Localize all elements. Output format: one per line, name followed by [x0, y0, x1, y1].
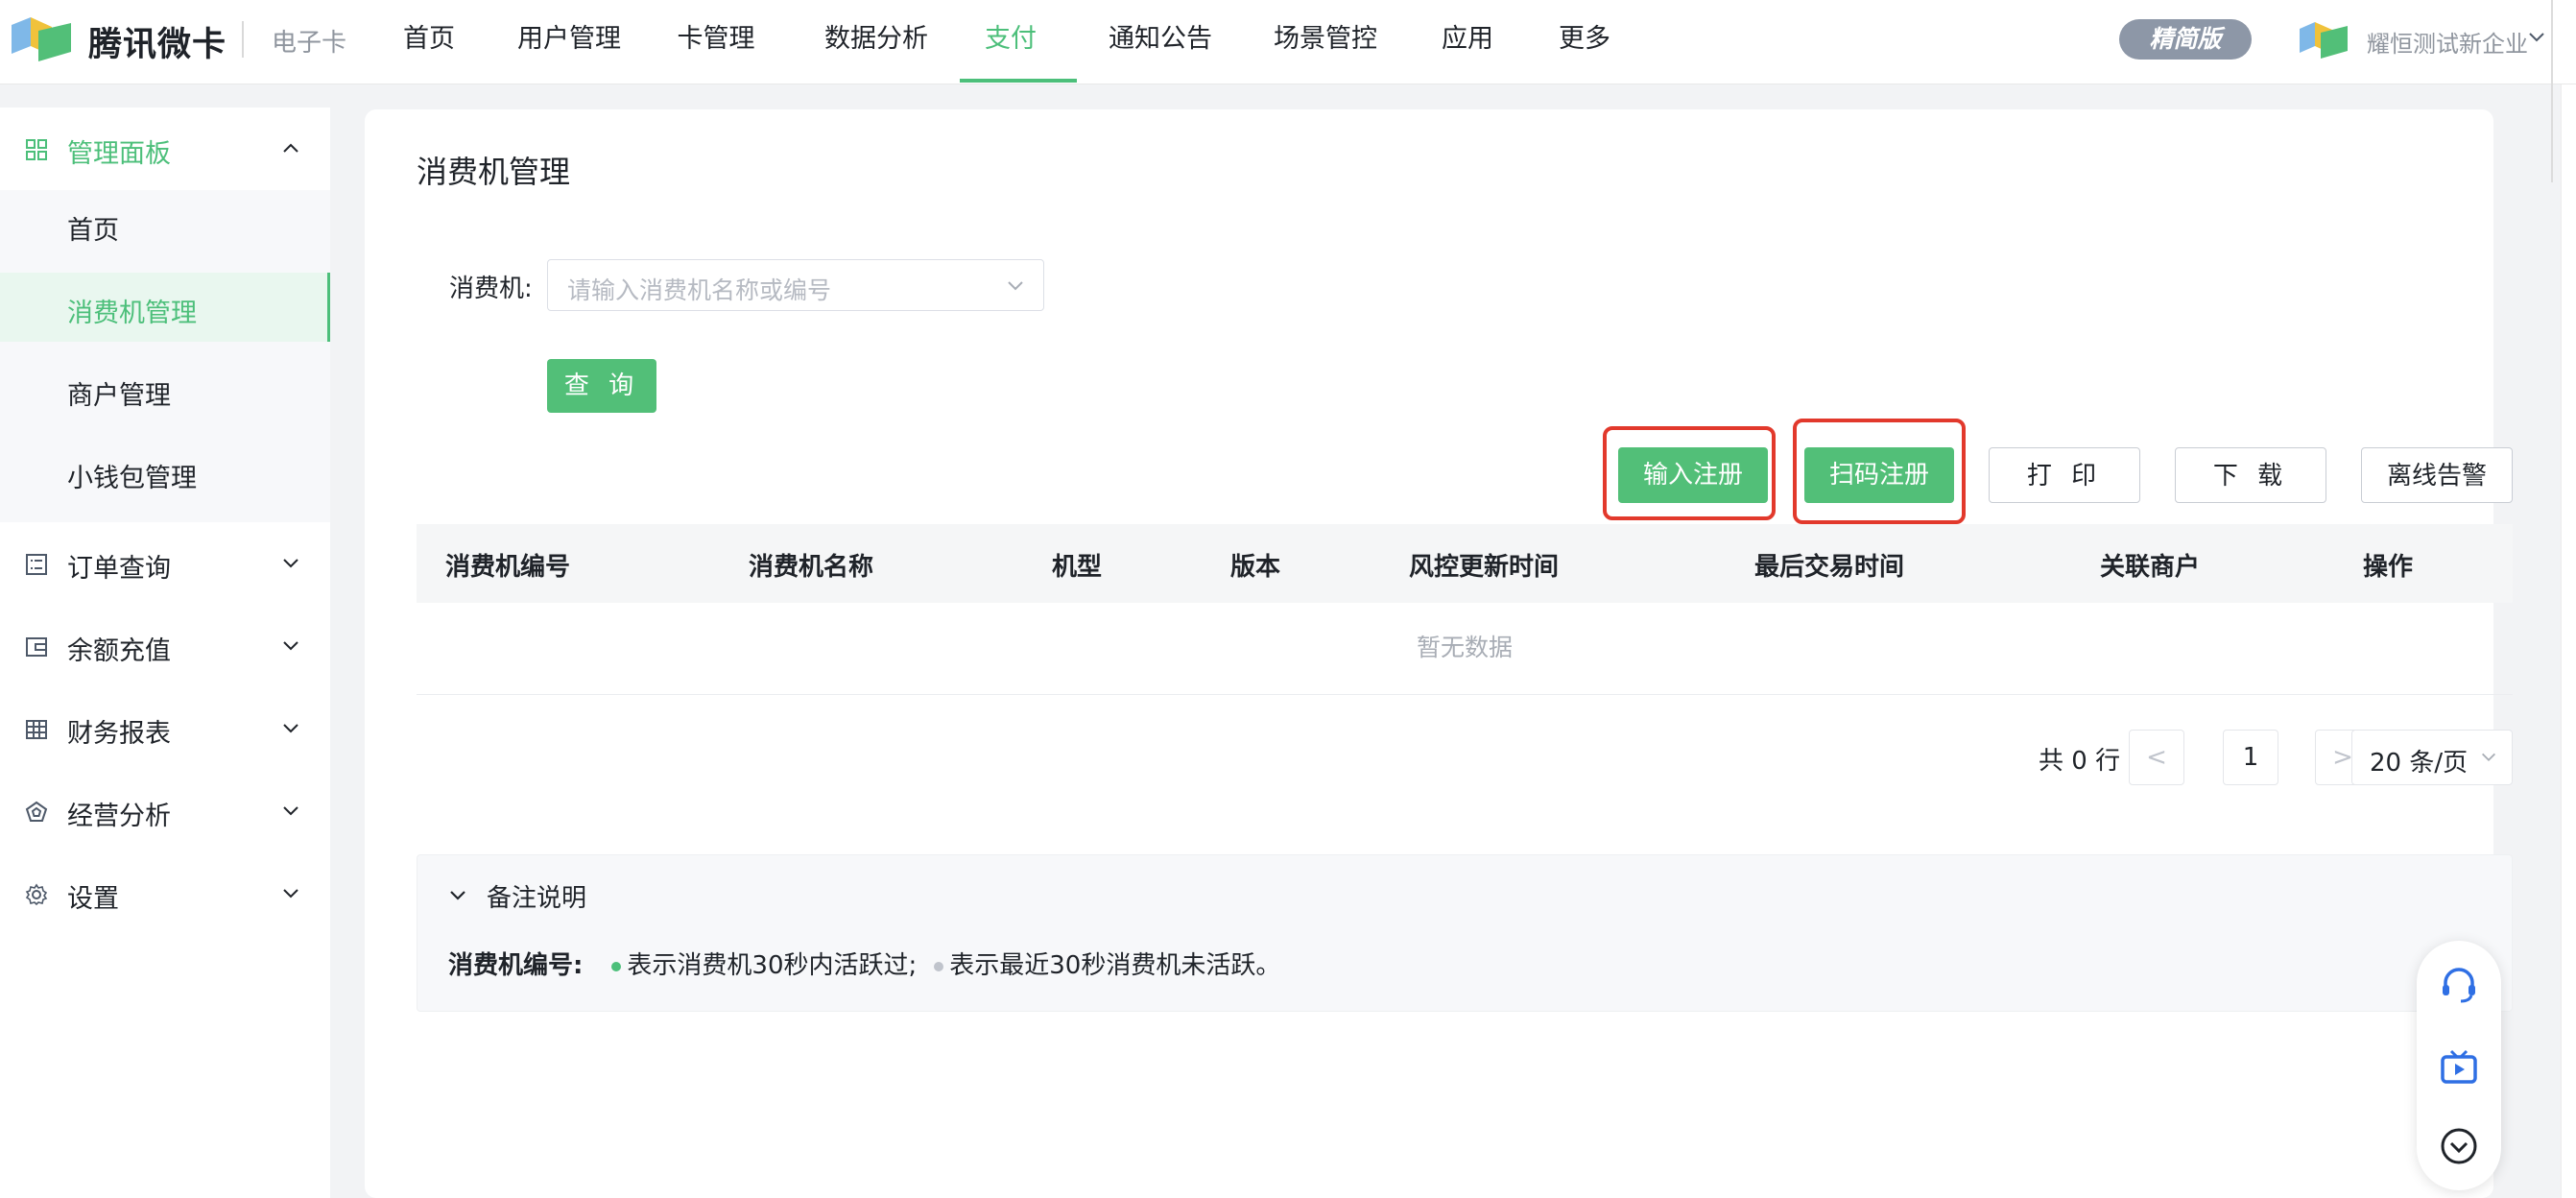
sidebar-submenu-dashboard: 首页 消费机管理 商户管理 小钱包管理 [0, 190, 330, 522]
sidebar-item-label: 首页 [67, 216, 119, 246]
chevron-down-icon [283, 806, 298, 816]
nav-home[interactable]: 首页 [392, 0, 466, 83]
notes-panel: 备注说明 消费机编号: 表示消费机30秒内活跃过; 表示最近30秒消费机未活跃。 [417, 854, 2513, 1012]
pos-filter-label: 消费机: [449, 275, 533, 303]
grid-icon [26, 139, 47, 160]
sidebar-group-label: 管理面板 [67, 139, 171, 169]
sidebar-group-recharge[interactable]: 余额充值 [0, 605, 330, 687]
chevron-up-icon [283, 143, 298, 153]
brand-name: 腾讯微卡 [88, 26, 227, 64]
wallet-icon [26, 637, 47, 657]
chart-icon [25, 801, 48, 822]
input-register-button[interactable]: 输入注册 [1618, 447, 1768, 503]
nav-notice[interactable]: 通知公告 [1104, 0, 1217, 83]
chevron-down-icon [283, 559, 298, 568]
product-name: 电子卡 [272, 29, 347, 58]
sidebar-item-pos-management[interactable]: 消费机管理 [0, 273, 330, 342]
org-name[interactable]: 耀恒测试新企业 [2367, 25, 2528, 59]
download-button[interactable]: 下 载 [2175, 447, 2326, 503]
sidebar-group-label: 余额充值 [67, 636, 171, 666]
chevron-down-icon [283, 641, 298, 651]
scrollbar-thumb[interactable] [2551, 0, 2553, 182]
sidebar-group-label: 设置 [67, 884, 119, 914]
sidebar-group-finance-reports[interactable]: 财务报表 [0, 687, 330, 770]
column-header-actions: 操作 [2363, 553, 2414, 582]
sidebar-group-label: 财务报表 [67, 719, 171, 749]
sidebar-group-label: 经营分析 [67, 802, 171, 831]
sidebar-group-dashboard[interactable]: 管理面板 [0, 108, 330, 190]
pos-select[interactable]: 请输入消费机名称或编号 [547, 259, 1044, 311]
list-icon [26, 554, 47, 575]
chevron-down-icon [283, 889, 298, 898]
sidebar-item-label: 小钱包管理 [67, 464, 197, 493]
page-scrollbar[interactable] [2561, 84, 2576, 1198]
inactive-status-dot [934, 961, 944, 971]
sidebar-item-merchant-management[interactable]: 商户管理 [0, 355, 330, 424]
page-title: 消费机管理 [417, 154, 571, 190]
sidebar-item-label: 消费机管理 [67, 299, 197, 328]
top-navbar: 腾讯微卡 电子卡 首页 用户管理 卡管理 数据分析 支付 通知公告 场景管控 应… [0, 0, 2576, 182]
main-content-card: 消费机管理 消费机: 请输入消费机名称或编号 查 询 输入注册 扫码注册 打 印… [365, 109, 2513, 1198]
active-status-dot [611, 961, 622, 971]
notes-content: 消费机编号: 表示消费机30秒内活跃过; 表示最近30秒消费机未活跃。 [448, 946, 1280, 981]
notes-title: 备注说明 [487, 884, 587, 913]
nav-payment[interactable]: 支付 [979, 0, 1042, 83]
column-header-merchant: 关联商户 [2100, 553, 2201, 582]
sidebar-group-settings[interactable]: 设置 [0, 852, 330, 935]
column-header-version: 版本 [1230, 553, 1281, 582]
sidebar: 管理面板 首页 消费机管理 商户管理 小钱包管理 订单查询 余额充值 财务报表 … [0, 108, 330, 1198]
nav-active-indicator [960, 79, 1077, 83]
column-header-risk-update-time: 风控更新时间 [1409, 553, 1560, 582]
sidebar-item-home[interactable]: 首页 [0, 190, 330, 259]
table-icon [26, 720, 47, 739]
table-empty-state: 暂无数据 [417, 603, 2513, 695]
notes-active-text: 表示消费机30秒内活跃过; [627, 951, 918, 980]
collapse-circle-icon[interactable] [2438, 1125, 2480, 1167]
chevron-down-icon [1008, 281, 1023, 291]
pagination-prev-button[interactable]: < [2129, 730, 2184, 785]
sidebar-item-label: 商户管理 [67, 381, 171, 411]
chevron-down-icon[interactable] [2526, 27, 2547, 48]
brand-divider [242, 21, 244, 58]
pagination-page-button[interactable]: 1 [2223, 730, 2278, 785]
edition-badge: 精简版 [2119, 19, 2252, 60]
brand-logo[interactable] [10, 13, 73, 65]
offline-alert-button[interactable]: 离线告警 [2361, 447, 2513, 503]
chevron-down-icon [283, 724, 298, 733]
org-logo [2300, 22, 2348, 59]
column-header-model: 机型 [1052, 553, 1103, 582]
nav-scene-control[interactable]: 场景管控 [1269, 0, 1382, 83]
pagination-total: 共 0 行 [2039, 747, 2121, 776]
page-size-value: 20 条/页 [2370, 749, 2469, 778]
page-size-select[interactable]: 20 条/页 [2351, 730, 2513, 785]
column-header-pos-name: 消费机名称 [749, 553, 874, 582]
nav-more[interactable]: 更多 [1553, 0, 1616, 83]
chevron-down-icon[interactable] [446, 884, 469, 907]
print-button[interactable]: 打 印 [1989, 447, 2140, 503]
nav-apps[interactable]: 应用 [1436, 0, 1499, 83]
headset-icon[interactable] [2438, 964, 2480, 1006]
pos-select-placeholder: 请输入消费机名称或编号 [567, 276, 832, 304]
sidebar-group-business-analysis[interactable]: 经营分析 [0, 770, 330, 852]
scan-register-button[interactable]: 扫码注册 [1804, 447, 1954, 503]
table-header: 消费机编号 消费机名称 机型 版本 风控更新时间 最后交易时间 关联商户 操作 [417, 524, 2513, 603]
column-header-pos-id: 消费机编号 [445, 553, 571, 582]
nav-user-management[interactable]: 用户管理 [513, 0, 626, 83]
video-tutorial-icon[interactable] [2438, 1046, 2480, 1089]
sidebar-group-orders[interactable]: 订单查询 [0, 522, 330, 605]
sidebar-group-label: 订单查询 [67, 554, 171, 584]
nav-card-management[interactable]: 卡管理 [672, 0, 760, 83]
floating-toolbar [2417, 941, 2501, 1190]
notes-inactive-text: 表示最近30秒消费机未活跃。 [949, 951, 1281, 980]
chevron-down-icon [2481, 753, 2496, 762]
nav-data-analysis[interactable]: 数据分析 [820, 0, 933, 83]
notes-key: 消费机编号: [448, 951, 584, 980]
sidebar-item-wallet-management[interactable]: 小钱包管理 [0, 438, 330, 507]
column-header-last-trade-time: 最后交易时间 [1754, 553, 1905, 582]
gear-icon [25, 883, 48, 906]
query-button[interactable]: 查 询 [547, 359, 656, 413]
